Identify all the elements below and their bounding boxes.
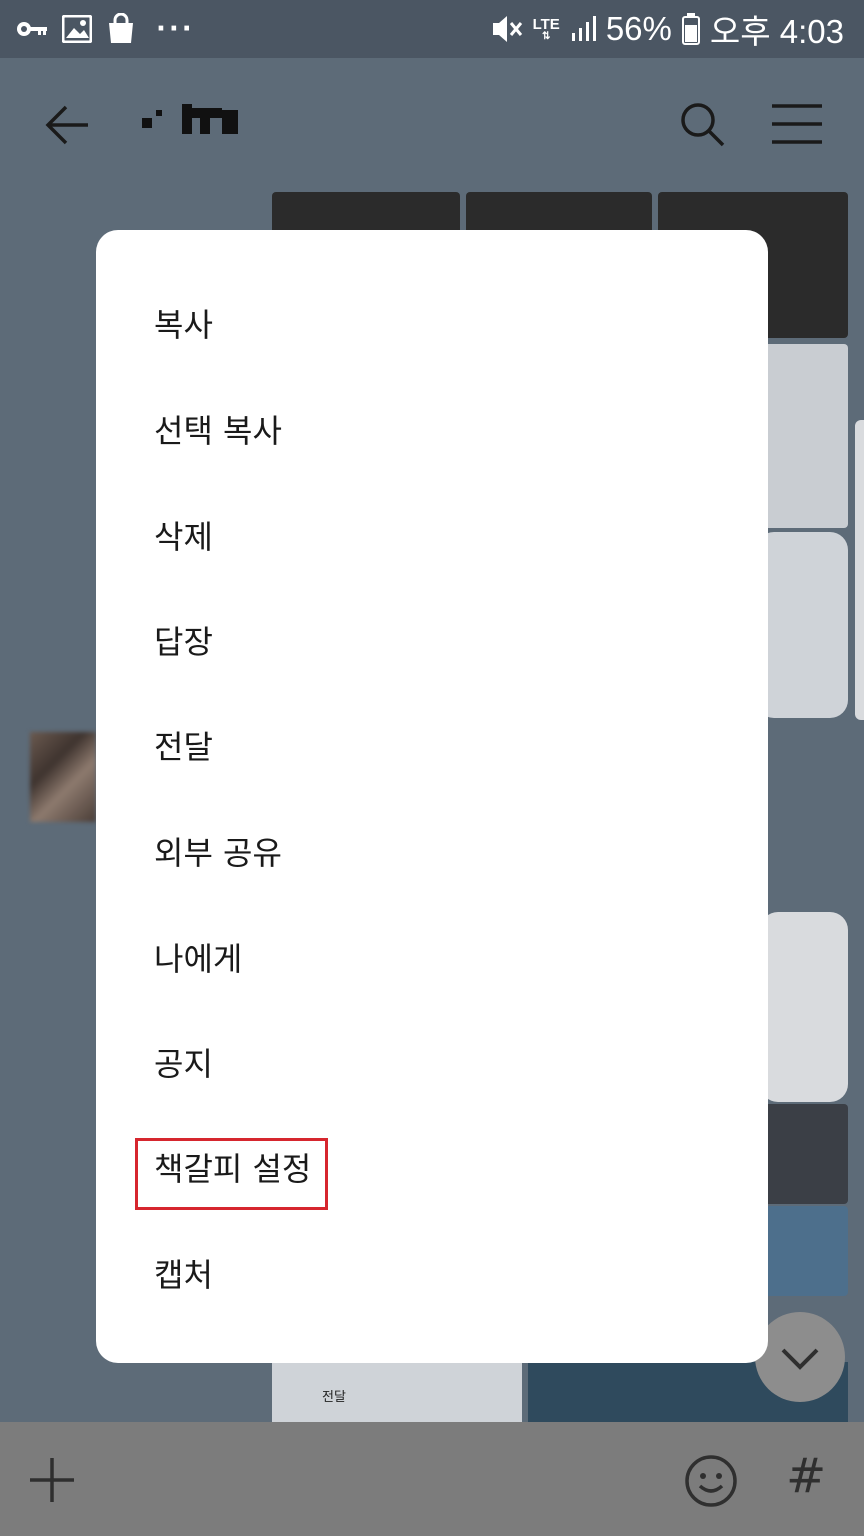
- battery-percent: 56%: [605, 10, 672, 47]
- message-image-thumb: [760, 912, 848, 1102]
- sender-avatar[interactable]: [30, 732, 96, 822]
- data-arrows-icon: ⇅: [542, 30, 551, 42]
- menu-item-label: 답장: [154, 623, 213, 661]
- menu-item-delete[interactable]: 삭제: [96, 482, 768, 588]
- status-bar-notifications: ···: [16, 12, 195, 46]
- message-context-menu: 복사 선택 복사 삭제 답장 전달 외부 공유 나에게 공지 책갈피 설정 캡처: [96, 230, 768, 1363]
- menu-item-label: 책갈피 설정: [154, 1150, 312, 1188]
- message-image-thumb: [272, 1362, 522, 1422]
- menu-item-label: 전달: [154, 728, 213, 766]
- menu-item-label: 캡처: [154, 1256, 213, 1294]
- background-message-text: 전달: [322, 1390, 346, 1405]
- menu-item-forward[interactable]: 전달: [96, 692, 768, 798]
- signal-icon: [571, 16, 596, 41]
- menu-item-copy[interactable]: 복사: [96, 270, 768, 376]
- clock: 오후 4:03: [709, 13, 844, 50]
- menu-item-reply[interactable]: 답장: [96, 587, 768, 693]
- search-icon[interactable]: [676, 98, 728, 150]
- message-image-thumb: [762, 1104, 848, 1204]
- chat-header: [0, 58, 864, 192]
- status-bar-system: LTE ⇅ 56% 오후 4:03: [489, 8, 844, 50]
- menu-item-bookmark[interactable]: 책갈피 설정: [96, 1114, 768, 1220]
- menu-item-label: 공지: [154, 1045, 213, 1083]
- message-image-thumb: [756, 532, 848, 718]
- battery-icon: [681, 13, 700, 45]
- menu-item-label: 나에게: [154, 940, 243, 978]
- menu-item-select-copy[interactable]: 선택 복사: [96, 376, 768, 482]
- image-icon: [62, 15, 92, 43]
- menu-item-label: 삭제: [154, 518, 213, 556]
- lte-text: LTE: [532, 15, 560, 33]
- status-bar: ··· LTE ⇅ 56% 오후 4:03: [0, 0, 864, 58]
- menu-item-external-share[interactable]: 외부 공유: [96, 798, 768, 904]
- network-type-label: LTE ⇅: [533, 17, 560, 42]
- back-arrow-icon[interactable]: [40, 98, 94, 152]
- hamburger-menu-icon[interactable]: [770, 102, 824, 146]
- hash-icon[interactable]: #: [786, 1448, 830, 1508]
- menu-item-label: 선택 복사: [154, 412, 282, 450]
- plus-icon[interactable]: [28, 1456, 76, 1504]
- message-image-thumb: [762, 1206, 848, 1296]
- emoji-icon[interactable]: [684, 1454, 738, 1508]
- chevron-down-icon: [781, 1348, 819, 1370]
- message-input-bar: #: [0, 1422, 864, 1536]
- chat-room-name-pixelated: [138, 100, 253, 140]
- scroll-to-bottom-button[interactable]: [755, 1312, 845, 1402]
- message-image-thumb: [756, 344, 848, 528]
- menu-item-label: 복사: [154, 306, 213, 344]
- side-panel-handle[interactable]: [855, 420, 864, 720]
- menu-item-to-me[interactable]: 나에게: [96, 904, 768, 1010]
- menu-item-label: 외부 공유: [154, 834, 282, 872]
- menu-item-capture[interactable]: 캡처: [96, 1220, 768, 1326]
- vibrate-mute-icon: [492, 16, 522, 42]
- key-icon: [17, 22, 47, 36]
- shopping-bag-icon: [109, 13, 133, 43]
- menu-item-notice[interactable]: 공지: [96, 1009, 768, 1115]
- overflow-notifications-dots: ···: [156, 14, 195, 44]
